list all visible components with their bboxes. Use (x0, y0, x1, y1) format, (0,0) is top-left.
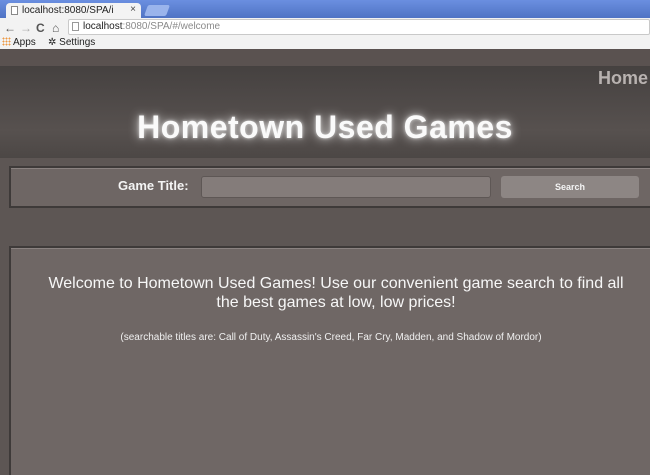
page-icon (11, 6, 18, 15)
new-tab-button[interactable] (143, 5, 171, 16)
url-host: localhost (83, 21, 123, 32)
apps-grid-icon (2, 37, 11, 46)
tab-strip: localhost:8080/SPA/i × (0, 0, 650, 18)
welcome-message: Welcome to Hometown Used Games! Use our … (48, 275, 624, 311)
page-icon (72, 22, 79, 31)
page: Home Hometown Used Games Game Title: Sea… (0, 66, 650, 475)
address-bar[interactable]: localhost:8080/SPA/#/welcome (68, 19, 650, 35)
browser-tab[interactable]: localhost:8080/SPA/i × (6, 3, 141, 18)
bookmark-settings[interactable]: ✲ Settings (48, 37, 95, 48)
back-icon[interactable]: ← (4, 21, 16, 35)
url-path: :8080/SPA/#/welcome (122, 21, 221, 32)
welcome-panel: Welcome to Hometown Used Games! Use our … (9, 246, 650, 475)
bookmark-apps[interactable]: Apps (2, 37, 36, 48)
searchable-titles-note: (searchable titles are: Call of Duty, As… (120, 332, 542, 343)
site-header: Home Hometown Used Games (0, 66, 650, 158)
close-icon[interactable]: × (130, 4, 136, 15)
bookmark-settings-label: Settings (59, 37, 96, 48)
browser-toolbar: ← → C ⌂ localhost:8080/SPA/#/welcome App… (0, 18, 650, 49)
bookmark-apps-label: Apps (13, 37, 36, 48)
game-title-input[interactable] (201, 176, 491, 198)
tab-title: localhost:8080/SPA/i (22, 5, 114, 16)
reload-icon[interactable]: C (36, 21, 45, 35)
forward-icon[interactable]: → (20, 21, 32, 35)
site-title: Hometown Used Games (137, 109, 513, 145)
game-title-label: Game Title: (118, 178, 189, 193)
home-link[interactable]: Home (598, 68, 648, 89)
search-bar: Game Title: Search (9, 166, 650, 208)
home-icon[interactable]: ⌂ (52, 21, 59, 35)
search-button[interactable]: Search (501, 176, 639, 198)
settings-icon: ✲ (48, 37, 57, 48)
